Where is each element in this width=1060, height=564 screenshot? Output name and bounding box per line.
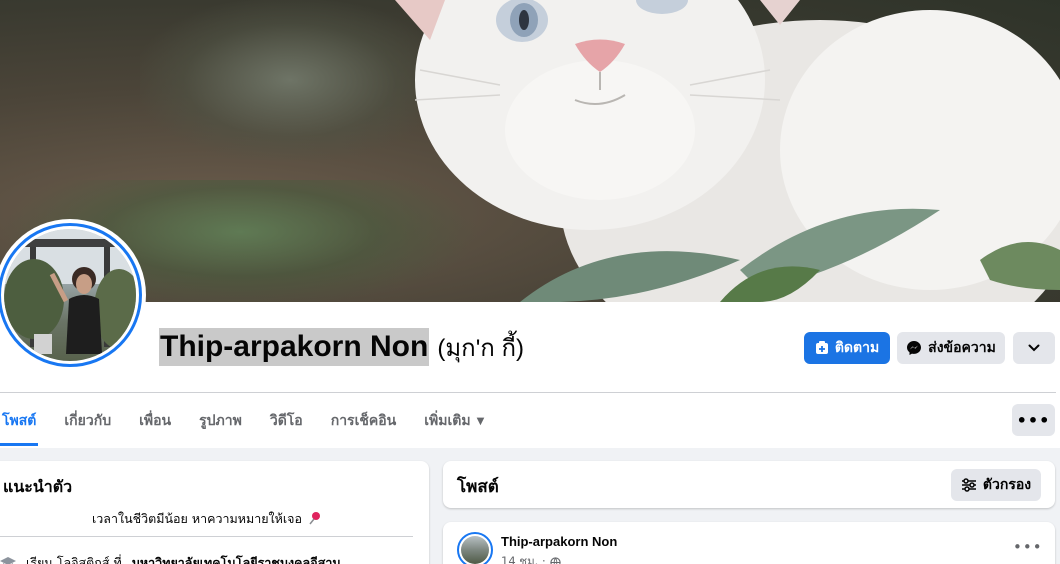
- post-meta: 14 ชม. ·: [501, 553, 561, 564]
- tab-friends[interactable]: เพื่อน: [125, 396, 185, 446]
- profile-name: Thip-arpakorn Non: [159, 328, 430, 366]
- caret-down-icon: ▼: [476, 415, 485, 427]
- tab-videos[interactable]: วิดีโอ: [256, 396, 317, 446]
- profile-alternate-name: (มุก'ก กี้): [437, 335, 524, 362]
- tab-check-ins[interactable]: การเช็คอิน: [317, 396, 411, 446]
- chevron-down-icon: [1028, 344, 1040, 352]
- ellipsis-icon: •••: [1013, 538, 1043, 556]
- pushpin-icon: [309, 512, 320, 525]
- intro-education-item: เรียน โลจิสติกส์ ที่ มหาวิทยาลัยเทคโนโลย…: [0, 553, 341, 564]
- filter-label: ตัวกรอง: [982, 477, 1032, 493]
- tabs-more-options-button[interactable]: •••: [1012, 404, 1055, 436]
- post-avatar-photo: [461, 536, 489, 564]
- tab-posts[interactable]: โพสต์: [0, 396, 50, 446]
- intro-title: แนะนำตัว: [3, 477, 73, 496]
- tab-label: เพื่อน: [139, 413, 172, 429]
- tab-label: เพิ่มเติม: [424, 413, 471, 429]
- follow-button[interactable]: ติดตาม: [804, 332, 890, 364]
- education-prefix: เรียน โลจิสติกส์ ที่: [26, 555, 122, 564]
- tab-label: วิดีโอ: [269, 413, 303, 429]
- post-options-button[interactable]: •••: [1013, 538, 1042, 558]
- tab-label: เกี่ยวกับ: [64, 413, 112, 429]
- globe-icon: [549, 556, 561, 564]
- avatar-photo: [4, 229, 136, 361]
- tab-label: โพสต์: [2, 413, 37, 429]
- post-author-name[interactable]: Thip-arpakorn Non: [501, 534, 617, 549]
- cover-cat-illustration: [395, 0, 1060, 302]
- cover-photo[interactable]: [0, 0, 1060, 302]
- intro-bio: เวลาในชีวิตมีน้อย หาความหมายให้เจอ: [0, 509, 422, 529]
- tab-more[interactable]: เพิ่มเติม ▼: [410, 396, 498, 446]
- tab-label: การเช็คอิน: [330, 413, 397, 429]
- education-school-link[interactable]: มหาวิทยาลัยเทคโนโลยีราชมงคลอีสาน: [132, 553, 341, 564]
- tab-label: รูปภาพ: [199, 413, 242, 429]
- messenger-icon: [907, 341, 922, 355]
- posts-header-card: โพสต์ ตัวกรอง: [443, 461, 1055, 508]
- ellipsis-icon: •••: [1016, 410, 1051, 430]
- avatar-story-ring: [0, 223, 142, 367]
- follow-label: ติดตาม: [834, 340, 880, 356]
- profile-more-dropdown-button[interactable]: [1013, 332, 1055, 364]
- post-card: Thip-arpakorn Non 14 ชม. · •••: [443, 522, 1055, 564]
- posts-title: โพสต์: [457, 477, 499, 497]
- avatar-person-illustration: [4, 229, 136, 354]
- tab-about[interactable]: เกี่ยวกับ: [50, 396, 125, 446]
- header-divider: [0, 392, 1056, 393]
- follow-icon: [815, 341, 828, 354]
- filter-button[interactable]: ตัวกรอง: [951, 469, 1041, 501]
- profile-avatar[interactable]: [0, 219, 146, 371]
- message-label: ส่งข้อความ: [928, 340, 996, 356]
- message-button[interactable]: ส่งข้อความ: [897, 332, 1005, 364]
- intro-bio-text: เวลาในชีวิตมีน้อย หาความหมายให้เจอ: [92, 511, 302, 526]
- intro-card: แนะนำตัว เวลาในชีวิตมีน้อย หาความหมายให้…: [0, 461, 429, 564]
- profile-name-block: Thip-arpakorn Non (มุก'ก กี้): [159, 328, 524, 366]
- post-author-avatar[interactable]: [457, 532, 493, 564]
- profile-tabs: โพสต์ เกี่ยวกับ เพื่อน รูปภาพ วิดีโอ การ…: [0, 396, 498, 446]
- tab-photos[interactable]: รูปภาพ: [185, 396, 256, 446]
- post-timestamp[interactable]: 14 ชม. ·: [501, 553, 546, 564]
- filter-sliders-icon: [961, 478, 976, 492]
- intro-divider: [0, 536, 413, 537]
- graduation-cap-icon: [0, 557, 16, 564]
